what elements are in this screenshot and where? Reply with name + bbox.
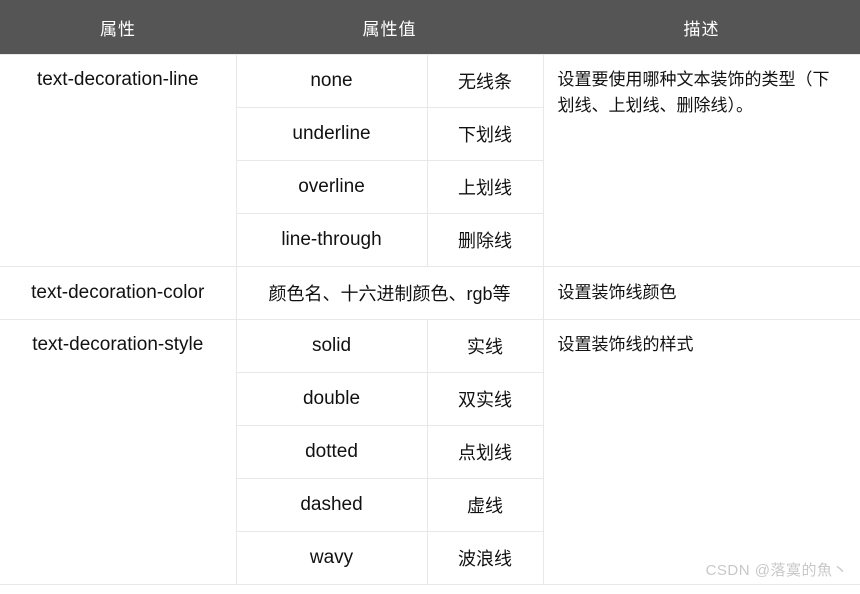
cell-description: 设置装饰线颜色 (542, 266, 860, 320)
cell-property-value-cn: 波浪线 (426, 531, 543, 585)
cell-property-value: wavy (236, 531, 428, 585)
table-header-row: 属性 属性值 描述 (0, 0, 860, 55)
cell-property-value-merged: 颜色名、十六进制颜色、rgb等 (235, 266, 544, 320)
cell-property-value: dashed (236, 478, 428, 532)
cell-property-value: solid (235, 319, 428, 373)
table-body: text-decoration-line none 无线条 设置要使用哪种文本装… (0, 54, 860, 585)
table-row: text-decoration-color 颜色名、十六进制颜色、rgb等 设置… (0, 266, 860, 320)
cell-property-value-cn: 下划线 (426, 107, 543, 161)
cell-property-value-cn: 实线 (426, 319, 544, 373)
cell-property-value-cn: 删除线 (426, 213, 543, 267)
column-header-property-value: 属性值 (236, 0, 543, 55)
cell-property-value: double (236, 372, 428, 426)
description-text: 设置要使用哪种文本装饰的类型（下划线、上划线、删除线）。 (557, 70, 830, 116)
table-row: text-decoration-style solid 实线 设置装饰线的样式 (0, 319, 860, 585)
column-header-property: 属性 (0, 0, 236, 55)
cell-property-value: line-through (236, 213, 428, 267)
css-text-decoration-reference-table: 属性 属性值 描述 text-decoration-line none 无线条 … (0, 0, 860, 594)
cell-property-value: overline (236, 160, 428, 214)
cell-property-value: none (235, 54, 428, 108)
cell-property-value-cn: 无线条 (426, 54, 544, 108)
cell-property-value-cn: 双实线 (426, 372, 543, 426)
cell-property-value-cn: 上划线 (426, 160, 543, 214)
cell-description: 设置要使用哪种文本装饰的类型（下划线、上划线、删除线）。 (542, 54, 860, 267)
cell-property-name: text-decoration-style (0, 319, 237, 585)
cell-property-value-cn: 点划线 (426, 425, 543, 479)
property-table: 属性 属性值 描述 text-decoration-line none 无线条 … (0, 0, 860, 585)
cell-description: 设置装饰线的样式 (542, 319, 860, 585)
cell-property-value: underline (236, 107, 428, 161)
cell-property-value-cn: 虚线 (426, 478, 543, 532)
description-text: 设置装饰线的样式 (557, 335, 694, 354)
cell-property-value: dotted (236, 425, 428, 479)
cell-property-name: text-decoration-line (0, 54, 237, 267)
table-row: text-decoration-line none 无线条 设置要使用哪种文本装… (0, 54, 860, 267)
table-header: 属性 属性值 描述 (0, 0, 860, 55)
cell-property-name: text-decoration-color (0, 266, 237, 320)
column-header-description: 描述 (543, 0, 860, 55)
description-text: 设置装饰线颜色 (557, 282, 677, 302)
